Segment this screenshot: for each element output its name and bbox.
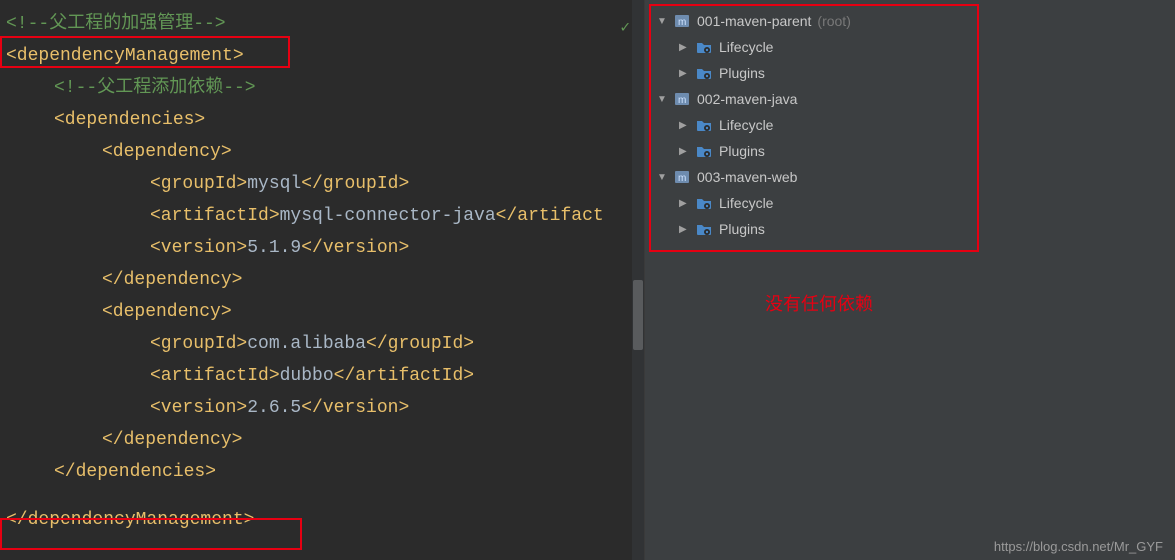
xml-comment: <!--父工程的加强管理--> — [6, 14, 226, 34]
tree-label: Plugins — [719, 65, 765, 81]
xml-tag: </dependency> — [102, 270, 242, 290]
chevron-right-icon[interactable] — [679, 120, 693, 131]
watermark-text: https://blog.csdn.net/Mr_GYF — [994, 539, 1163, 554]
chevron-right-icon[interactable] — [679, 198, 693, 209]
xml-tag: </dependency> — [102, 430, 242, 450]
maven-module-icon: m — [673, 90, 691, 108]
svg-text:m: m — [678, 173, 686, 184]
tree-suffix: (root) — [817, 13, 850, 29]
svg-text:m: m — [678, 95, 686, 106]
tree-label: 002-maven-java — [697, 91, 797, 107]
tree-node-lifecycle[interactable]: Lifecycle — [651, 34, 1169, 60]
folder-gear-icon — [695, 116, 713, 134]
tree-node-plugins[interactable]: Plugins — [651, 138, 1169, 164]
tree-node-project[interactable]: m 003-maven-web — [651, 164, 1169, 190]
chevron-right-icon[interactable] — [679, 224, 693, 235]
tree-node-lifecycle[interactable]: Lifecycle — [651, 112, 1169, 138]
xml-artifactid: <artifactId>dubbo</artifactId> — [150, 366, 474, 386]
tree-label: Lifecycle — [719, 39, 773, 55]
chevron-right-icon[interactable] — [679, 146, 693, 157]
scrollbar-thumb[interactable] — [633, 280, 643, 350]
folder-gear-icon — [695, 194, 713, 212]
scrollbar-track[interactable] — [632, 0, 644, 560]
maven-tool-window: m 001-maven-parent (root) Lifecycle Plug… — [645, 0, 1175, 560]
chevron-down-icon[interactable] — [657, 94, 671, 105]
xml-tag: </dependencies> — [54, 462, 216, 482]
tree-node-plugins[interactable]: Plugins — [651, 216, 1169, 242]
checkmark-icon: ✓ — [620, 12, 630, 44]
folder-gear-icon — [695, 220, 713, 238]
folder-gear-icon — [695, 142, 713, 160]
xml-tag: <dependencies> — [54, 110, 205, 130]
tree-node-project[interactable]: m 001-maven-parent (root) — [651, 8, 1169, 34]
xml-version: <version>2.6.5</version> — [150, 398, 409, 418]
chevron-down-icon[interactable] — [657, 16, 671, 27]
xml-tag: <dependency> — [102, 142, 232, 162]
xml-tag: <dependencyManagement> — [6, 46, 244, 66]
svg-text:m: m — [678, 17, 686, 28]
tree-label: Plugins — [719, 221, 765, 237]
chevron-down-icon[interactable] — [657, 172, 671, 183]
tree-label: 003-maven-web — [697, 169, 797, 185]
tree-node-plugins[interactable]: Plugins — [651, 60, 1169, 86]
maven-module-icon: m — [673, 168, 691, 186]
tree-label: Plugins — [719, 143, 765, 159]
tree-node-project[interactable]: m 002-maven-java — [651, 86, 1169, 112]
xml-artifactid: <artifactId>mysql-connector-java</artifa… — [150, 206, 604, 226]
xml-tag: <dependency> — [102, 302, 232, 322]
tree-label: Lifecycle — [719, 195, 773, 211]
xml-comment: <!--父工程添加依赖--> — [54, 78, 256, 98]
xml-version: <version>5.1.9</version> — [150, 238, 409, 258]
xml-groupid: <groupId>mysql</groupId> — [150, 174, 409, 194]
folder-gear-icon — [695, 64, 713, 82]
chevron-right-icon[interactable] — [679, 68, 693, 79]
tree-label: 001-maven-parent — [697, 13, 811, 29]
xml-groupid: <groupId>com.alibaba</groupId> — [150, 334, 474, 354]
folder-gear-icon — [695, 38, 713, 56]
tree-label: Lifecycle — [719, 117, 773, 133]
project-tree: m 001-maven-parent (root) Lifecycle Plug… — [645, 0, 1175, 250]
code-editor[interactable]: ✓ <!--父工程的加强管理--> <dependencyManagement>… — [0, 0, 645, 560]
chevron-right-icon[interactable] — [679, 42, 693, 53]
maven-module-icon: m — [673, 12, 691, 30]
annotation-text: 没有任何依赖 — [765, 290, 873, 316]
xml-tag: </dependencyManagement> — [6, 510, 254, 530]
tree-node-lifecycle[interactable]: Lifecycle — [651, 190, 1169, 216]
